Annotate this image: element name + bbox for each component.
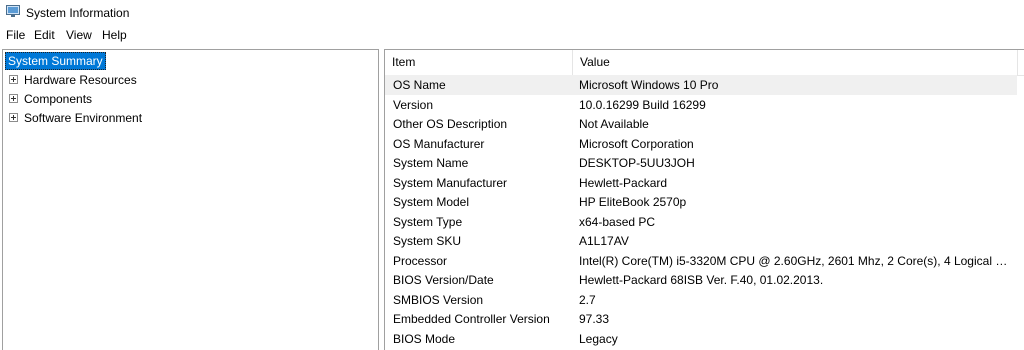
column-header-value[interactable]: Value [573, 50, 1017, 75]
tree-item-label: Software Environment [24, 111, 143, 125]
table-row[interactable]: System Type x64-based PC [385, 212, 1017, 232]
value-cell: Legacy [579, 331, 618, 346]
details-list: Item Value OS Name Microsoft Windows 10 P… [384, 49, 1024, 350]
value-cell: 10.0.16299 Build 16299 [579, 97, 706, 112]
tree-item-system-summary[interactable]: System Summary [5, 52, 106, 70]
item-cell: BIOS Version/Date [393, 273, 494, 287]
tree-item-software-environment[interactable]: Software Environment [9, 109, 142, 127]
table-row[interactable]: OS Manufacturer Microsoft Corporation [385, 134, 1017, 154]
column-divider[interactable] [1017, 50, 1018, 75]
item-cell: OS Name [393, 78, 446, 92]
item-cell: System Type [393, 214, 463, 229]
item-cell: System Name [393, 156, 469, 170]
table-row[interactable]: Version 10.0.16299 Build 16299 [385, 95, 1017, 115]
window-title: System Information [26, 6, 130, 20]
value-cell: A1L17AV [579, 234, 629, 248]
menu-file[interactable]: File [6, 28, 25, 42]
menu-edit[interactable]: Edit [34, 28, 55, 42]
item-cell: System SKU [393, 234, 462, 248]
value-cell: 2.7 [579, 292, 596, 307]
value-cell: HP EliteBook 2570p [579, 195, 687, 209]
tree-item-components[interactable]: Components [9, 90, 92, 108]
item-cell: BIOS Mode [393, 331, 456, 346]
tree-item-hardware-resources[interactable]: Hardware Resources [9, 71, 137, 89]
table-row[interactable]: BIOS Version/Date Hewlett-Packard 68ISB V… [385, 270, 1017, 290]
table-row[interactable]: BIOS Mode Legacy [385, 329, 1017, 349]
value-cell: Intel(R) Core(TM) i5-3320M CPU @ 2.60GHz… [579, 253, 1011, 268]
value-cell: DESKTOP-5UU3JOH [579, 156, 695, 170]
menu-help[interactable]: Help [102, 28, 127, 42]
table-row[interactable]: OS Name Microsoft Windows 10 Pro [385, 75, 1017, 95]
menu-bar: File Edit View Help [0, 27, 1024, 45]
table-row[interactable]: System Manufacturer Hewlett-Packard [385, 173, 1017, 193]
table-row[interactable]: Other OS Description Not Available [385, 114, 1017, 134]
item-cell: Version [393, 97, 434, 112]
item-cell: Other OS Description [393, 117, 508, 131]
column-header-item[interactable]: Item [385, 50, 572, 75]
table-row[interactable]: SMBIOS Version 2.7 [385, 290, 1017, 310]
value-cell: Hewlett-Packard 68ISB Ver. F.40, 01.02.2… [579, 273, 824, 287]
value-cell: Microsoft Corporation [579, 136, 694, 151]
expand-icon[interactable] [9, 75, 18, 85]
menu-view[interactable]: View [66, 28, 92, 42]
item-cell: Embedded Controller Version [393, 312, 550, 326]
item-cell: OS Manufacturer [393, 136, 485, 151]
value-cell: Microsoft Windows 10 Pro [579, 78, 719, 92]
value-cell: Not Available [579, 117, 649, 131]
value-cell: Hewlett-Packard [579, 175, 668, 190]
table-row[interactable]: System Name DESKTOP-5UU3JOH [385, 153, 1017, 173]
title-bar: System Information [0, 0, 1024, 26]
table-row[interactable]: Processor Intel(R) Core(TM) i5-3320M CPU … [385, 251, 1017, 271]
tree-item-label: Components [24, 92, 93, 106]
expand-icon[interactable] [9, 113, 18, 123]
table-row[interactable]: Embedded Controller Version 97.33 [385, 309, 1017, 329]
expand-icon[interactable] [9, 94, 18, 104]
value-cell: 97.33 [579, 312, 610, 326]
item-cell: Processor [393, 253, 448, 268]
category-tree: System Summary Hardware Resources Compon… [2, 49, 379, 350]
table-row[interactable]: System Model HP EliteBook 2570p [385, 192, 1017, 212]
tree-item-label: Hardware Resources [24, 73, 137, 87]
item-cell: System Manufacturer [393, 175, 508, 190]
system-information-icon [6, 5, 20, 17]
item-cell: SMBIOS Version [393, 292, 484, 307]
item-cell: System Model [393, 195, 470, 209]
table-row[interactable]: System SKU A1L17AV [385, 231, 1017, 251]
value-cell: x64-based PC [579, 214, 656, 229]
